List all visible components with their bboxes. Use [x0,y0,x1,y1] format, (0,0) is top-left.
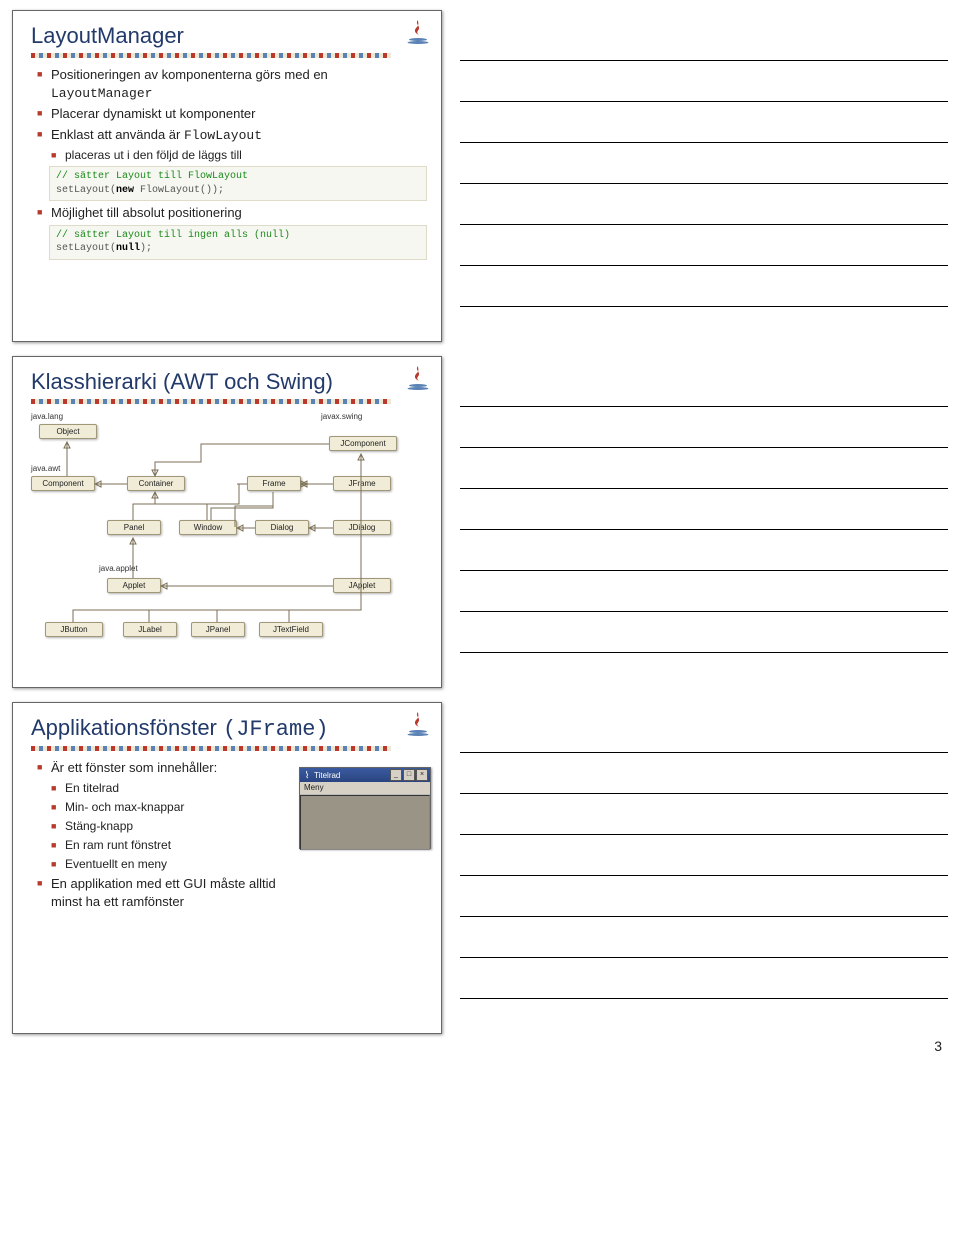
bullet-item: Placerar dynamiskt ut komponenter [37,105,427,123]
bullet-subitem: placeras ut i den följd de läggs till [51,147,427,163]
bullet-item: Positioneringen av komponenterna görs me… [37,66,427,102]
note-line [460,266,948,307]
text-code: FlowLayout [184,128,262,143]
note-line [460,794,948,835]
title-code: (JFrame) [223,717,329,742]
maximize-icon: □ [403,769,415,781]
note-line [460,958,948,999]
slide-title: Klasshierarki (AWT och Swing) [31,369,427,395]
note-line [460,917,948,958]
bullet-subitem: Stäng-knapp [51,818,292,834]
window-title: Titelrad [302,770,340,780]
window-body [300,795,430,850]
class-diagram: java.lang javax.swing java.awt java.appl… [31,412,427,672]
bullet-item: Möjlighet till absolut positionering [37,204,427,222]
text: Positioneringen av komponenterna görs me… [51,67,328,82]
note-line [460,876,948,917]
slide-title: Applikationsfönster (JFrame) [31,715,427,742]
title-text: Applikationsfönster [31,715,223,740]
java-logo-icon [403,363,433,393]
note-line [460,366,948,407]
note-line [460,225,948,266]
window-controls: _ □ × [390,769,428,781]
slide-applikationsfonster: Applikationsfönster (JFrame) Är ett föns… [12,702,442,1034]
note-line [460,20,948,61]
window-titlebar: Titelrad _ □ × [300,768,430,782]
code-block: // sätter Layout till ingen alls (null) … [49,225,427,260]
note-line [460,184,948,225]
notes-area [460,356,948,688]
note-line [460,102,948,143]
note-line [460,712,948,753]
note-line [460,61,948,102]
bullet-item: Enklast att använda är FlowLayout [37,126,427,145]
note-line [460,571,948,612]
bullet-subitem: Eventuellt en meny [51,856,292,872]
bullet-item: En applikation med ett GUI måste alltid … [37,875,292,910]
java-cup-icon [302,770,312,780]
page-number: 3 [0,1038,960,1062]
window-menubar: Meny [300,782,430,795]
close-icon: × [416,769,428,781]
slide-layoutmanager: LayoutManager Positioneringen av kompone… [12,10,442,342]
note-line [460,612,948,653]
bullet-item: Är ett fönster som innehåller: [37,759,292,777]
minimize-icon: _ [390,769,402,781]
bullet-subitem: Min- och max-knappar [51,799,292,815]
title-underline [31,746,391,751]
slide-title: LayoutManager [31,23,427,49]
note-line [460,407,948,448]
window-title-text: Titelrad [314,771,340,780]
java-logo-icon [403,709,433,739]
slide-klasshierarki: Klasshierarki (AWT och Swing) java.lang … [12,356,442,688]
title-underline [31,53,391,58]
note-line [460,530,948,571]
note-line [460,143,948,184]
notes-area [460,702,948,1034]
text: Enklast att använda är [51,127,184,142]
notes-area [460,10,948,342]
bullet-subitem: En ram runt fönstret [51,837,292,853]
text-code: LayoutManager [51,86,152,101]
window-mock: Titelrad _ □ × Meny [299,767,431,849]
title-underline [31,399,391,404]
java-logo-icon [403,17,433,47]
note-line [460,489,948,530]
bullet-subitem: En titelrad [51,780,292,796]
note-line [460,835,948,876]
code-block: // sätter Layout till FlowLayout setLayo… [49,166,427,201]
note-line [460,448,948,489]
diagram-arrows [31,412,431,672]
note-line [460,753,948,794]
